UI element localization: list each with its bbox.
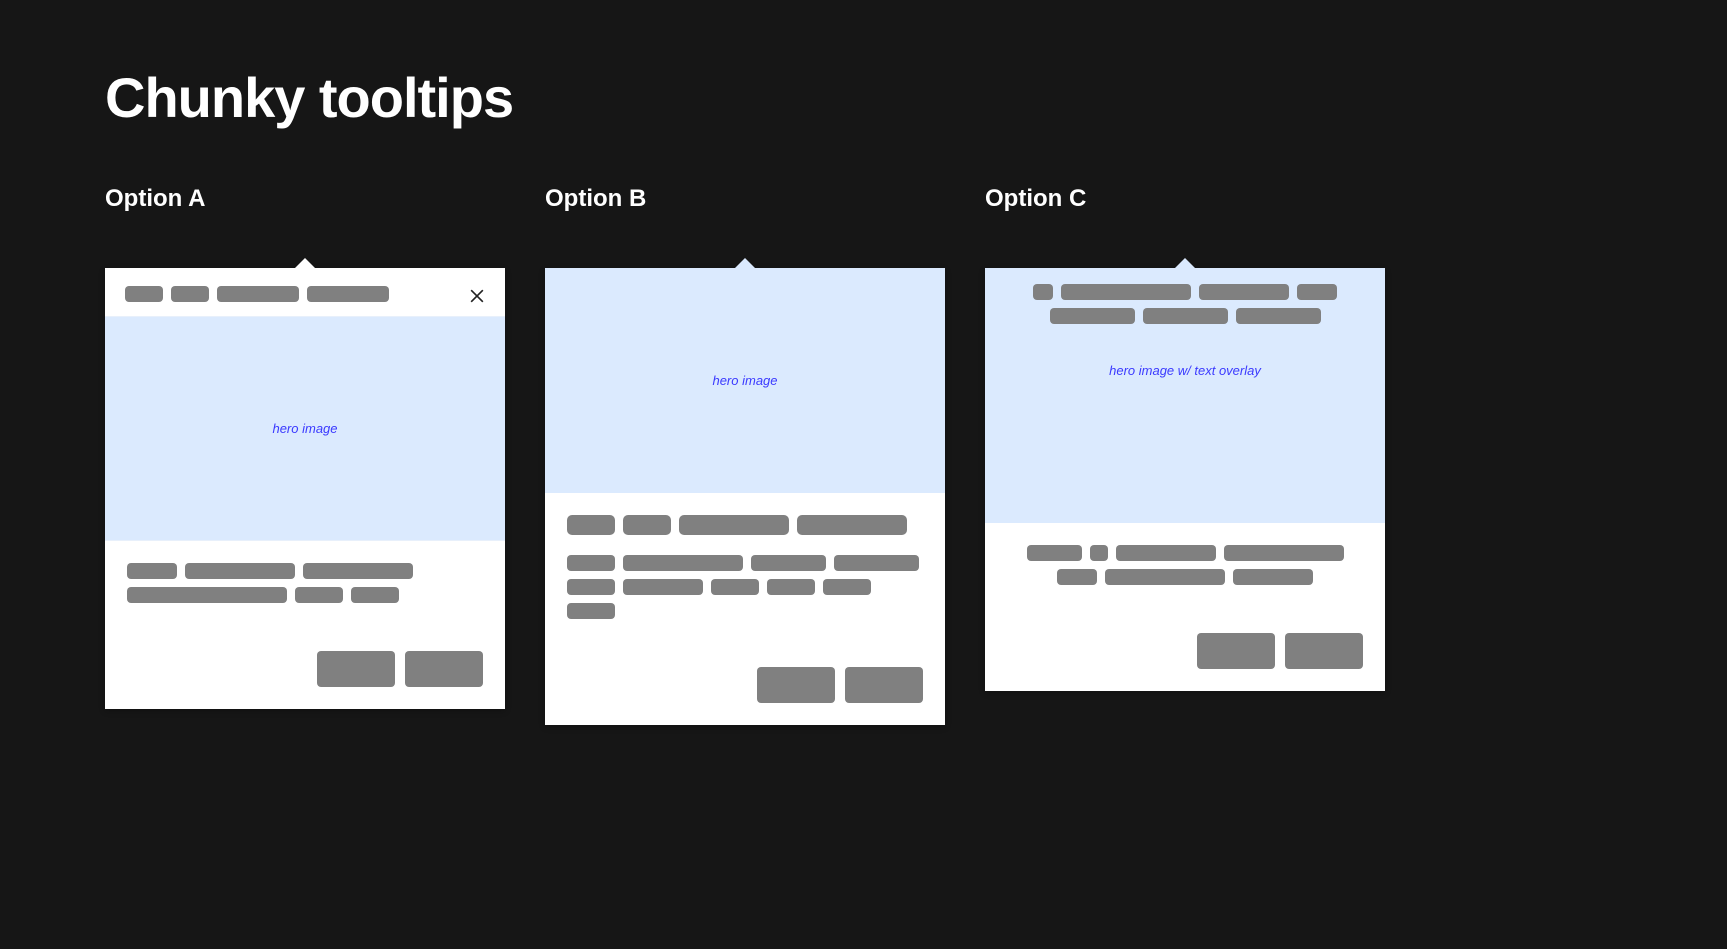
hero-label: hero image w/ text overlay	[1109, 363, 1261, 378]
tooltip-body	[985, 523, 1385, 615]
hero-label: hero image	[712, 373, 777, 388]
secondary-button-placeholder[interactable]	[757, 667, 835, 703]
options-row: Option A hero image	[105, 185, 1622, 725]
placeholder-bar	[1143, 308, 1228, 324]
tooltip-body	[545, 493, 945, 649]
placeholder-bar	[125, 286, 163, 302]
paragraph-placeholder	[1007, 545, 1363, 585]
hero-image-placeholder: hero image w/ text overlay	[985, 268, 1385, 523]
page-title: Chunky tooltips	[105, 65, 1622, 130]
placeholder-bar	[217, 286, 299, 302]
placeholder-bar	[679, 515, 789, 535]
placeholder-bar	[767, 579, 815, 595]
placeholder-bar	[1057, 569, 1097, 585]
placeholder-bar	[567, 515, 615, 535]
tooltip-card-c: hero image w/ text overlay	[985, 268, 1385, 691]
placeholder-bar	[303, 563, 413, 579]
option-a-column: Option A hero image	[105, 185, 505, 725]
tooltip-footer	[985, 615, 1385, 691]
placeholder-bar	[1033, 284, 1053, 300]
primary-button-placeholder[interactable]	[1285, 633, 1363, 669]
placeholder-bar	[1297, 284, 1337, 300]
placeholder-bar	[351, 587, 399, 603]
placeholder-bar	[567, 579, 615, 595]
paragraph-placeholder	[127, 563, 483, 603]
placeholder-bar	[1199, 284, 1289, 300]
placeholder-bar	[834, 555, 919, 571]
tooltip-card-a: hero image	[105, 268, 505, 709]
placeholder-bar	[1224, 545, 1344, 561]
primary-button-placeholder[interactable]	[405, 651, 483, 687]
tooltip-title-placeholder	[105, 268, 505, 316]
placeholder-bar	[623, 555, 743, 571]
placeholder-bar	[1090, 545, 1108, 561]
hero-image-placeholder: hero image	[105, 316, 505, 541]
primary-button-placeholder[interactable]	[845, 667, 923, 703]
close-icon[interactable]	[465, 284, 489, 308]
placeholder-bar	[1027, 545, 1082, 561]
placeholder-bar	[1116, 545, 1216, 561]
paragraph-placeholder	[567, 555, 923, 619]
secondary-button-placeholder[interactable]	[317, 651, 395, 687]
hero-label: hero image	[272, 421, 337, 436]
placeholder-bar	[171, 286, 209, 302]
placeholder-bar	[1050, 308, 1135, 324]
secondary-button-placeholder[interactable]	[1197, 633, 1275, 669]
placeholder-bar	[823, 579, 871, 595]
placeholder-bar	[797, 515, 907, 535]
hero-image-placeholder: hero image	[545, 268, 945, 493]
option-b-label: Option B	[545, 185, 945, 213]
option-b-column: Option B hero image	[545, 185, 945, 725]
placeholder-bar	[623, 579, 703, 595]
option-c-label: Option C	[985, 185, 1385, 213]
placeholder-bar	[1105, 569, 1225, 585]
placeholder-bar	[567, 603, 615, 619]
tooltip-title-overlay-placeholder	[985, 284, 1385, 324]
placeholder-bar	[185, 563, 295, 579]
tooltip-title-placeholder	[567, 515, 923, 535]
option-a-label: Option A	[105, 185, 505, 213]
tooltip-body	[105, 541, 505, 633]
placeholder-bar	[711, 579, 759, 595]
placeholder-bar	[567, 555, 615, 571]
placeholder-bar	[751, 555, 826, 571]
placeholder-bar	[1236, 308, 1321, 324]
tooltip-footer	[545, 649, 945, 725]
option-c-column: Option C hero image w/ text overlay	[985, 185, 1385, 725]
placeholder-bar	[127, 563, 177, 579]
placeholder-bar	[127, 587, 287, 603]
tooltip-footer	[105, 633, 505, 709]
placeholder-bar	[295, 587, 343, 603]
tooltip-card-b: hero image	[545, 268, 945, 725]
placeholder-bar	[1061, 284, 1191, 300]
placeholder-bar	[1233, 569, 1313, 585]
placeholder-bar	[623, 515, 671, 535]
placeholder-bar	[307, 286, 389, 302]
